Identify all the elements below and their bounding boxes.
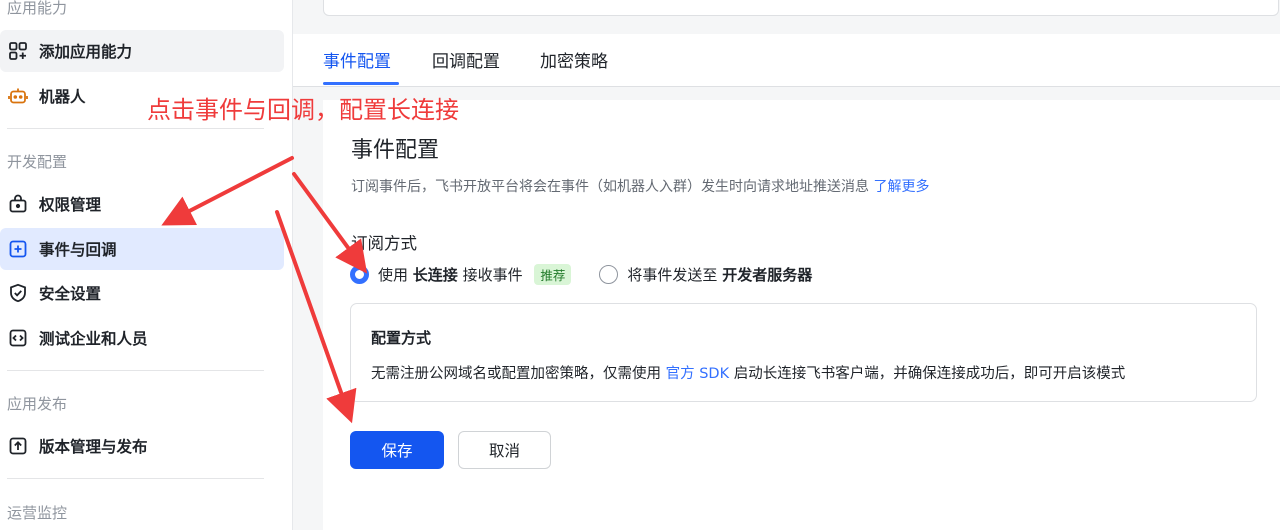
config-text-after: 启动长连接飞书客户端，并确保连接成功后，即可开启该模式 (729, 366, 1126, 382)
config-text-before: 无需注册公网域名或配置加密策略，仅需使用 (371, 366, 666, 382)
section-title-publish: 应用发布 (7, 395, 68, 413)
sidebar-item-events-callbacks[interactable]: 事件与回调 (0, 228, 284, 270)
upload-icon (7, 435, 29, 457)
radio-long-connection[interactable] (350, 265, 369, 284)
sidebar-item-label: 事件与回调 (39, 241, 117, 259)
sidebar-item-add-capability[interactable]: 添加应用能力 (0, 30, 284, 72)
config-method-text: 无需注册公网域名或配置加密策略，仅需使用 官方 SDK 启动长连接飞书客户端，并… (371, 362, 1125, 383)
tab-bar: 事件配置 回调配置 加密策略 (293, 34, 1280, 87)
sidebar-divider (7, 128, 264, 129)
sidebar-divider (7, 370, 264, 371)
subscribe-method-options: 使用 长连接 接收事件 推荐 将事件发送至 开发者服务器 (350, 264, 812, 285)
option-text: 使用 (378, 266, 409, 284)
event-config-panel: 事件配置 订阅事件后，飞书开放平台将会在事件（如机器人入群）发生时向请求地址推送… (323, 100, 1280, 530)
cancel-button[interactable]: 取消 (458, 431, 551, 469)
option-strong-text: 长连接 (412, 266, 458, 284)
active-tab-indicator (323, 82, 399, 85)
config-method-box: 配置方式 无需注册公网域名或配置加密策略，仅需使用 官方 SDK 启动长连接飞书… (350, 303, 1257, 402)
save-button[interactable]: 保存 (350, 431, 444, 469)
main-content: 事件配置 回调配置 加密策略 事件配置 订阅事件后，飞书开放平台将会在事件（如机… (293, 0, 1280, 530)
event-plus-icon (7, 238, 29, 260)
option-text: 将事件发送至 (627, 266, 718, 284)
sidebar-item-label: 机器人 (39, 88, 86, 106)
official-sdk-link[interactable]: 官方 SDK (666, 366, 730, 382)
panel-title: 事件配置 (351, 138, 440, 163)
sidebar-item-label: 版本管理与发布 (39, 438, 148, 456)
lock-icon (7, 193, 29, 215)
annotation-text: 点击事件与回调，配置长连接 (147, 96, 459, 124)
learn-more-link[interactable]: 了解更多 (873, 179, 929, 195)
tab-event-config[interactable]: 事件配置 (323, 47, 391, 72)
sidebar-item-permissions[interactable]: 权限管理 (0, 183, 284, 225)
recommended-badge: 推荐 (534, 264, 572, 285)
radio-developer-server[interactable] (599, 265, 619, 284)
code-icon (7, 327, 29, 349)
config-method-title: 配置方式 (371, 329, 432, 347)
tab-callback-config[interactable]: 回调配置 (432, 47, 500, 72)
sidebar-item-label: 权限管理 (39, 196, 102, 214)
option-long-connection-label: 使用 长连接 接收事件 推荐 (378, 264, 572, 285)
sidebar-item-label: 添加应用能力 (39, 43, 133, 61)
section-title-app-capability: 应用能力 (7, 0, 68, 17)
sidebar-item-label: 测试企业和人员 (39, 330, 148, 348)
tab-encryption-strategy[interactable]: 加密策略 (540, 47, 608, 72)
option-text: 接收事件 (462, 266, 523, 284)
sidebar-divider (7, 478, 264, 479)
sidebar-item-label: 安全设置 (39, 285, 102, 303)
sidebar-item-security[interactable]: 安全设置 (0, 272, 284, 314)
section-title-ops-monitor: 运营监控 (7, 504, 68, 522)
panel-description: 订阅事件后，飞书开放平台将会在事件（如机器人入群）发生时向请求地址推送消息 了解… (351, 176, 929, 196)
robot-icon (7, 85, 29, 107)
sidebar: 应用能力 添加应用能力 机器人 开发配置 权限管理 事件与回调 安全设置 测试企… (0, 0, 293, 530)
option-developer-server-label: 将事件发送至 开发者服务器 (627, 264, 812, 285)
sidebar-item-version-publish[interactable]: 版本管理与发布 (0, 425, 284, 467)
grid-add-icon (7, 40, 29, 62)
sidebar-item-test-tenants[interactable]: 测试企业和人员 (0, 317, 284, 359)
shield-check-icon (7, 282, 29, 304)
section-title-dev-config: 开发配置 (7, 153, 68, 171)
subscribe-method-label: 订阅方式 (351, 234, 417, 253)
option-strong-text: 开发者服务器 (722, 266, 813, 284)
description-text: 订阅事件后，飞书开放平台将会在事件（如机器人入群）发生时向请求地址推送消息 (351, 179, 869, 195)
top-card (323, 0, 1279, 16)
